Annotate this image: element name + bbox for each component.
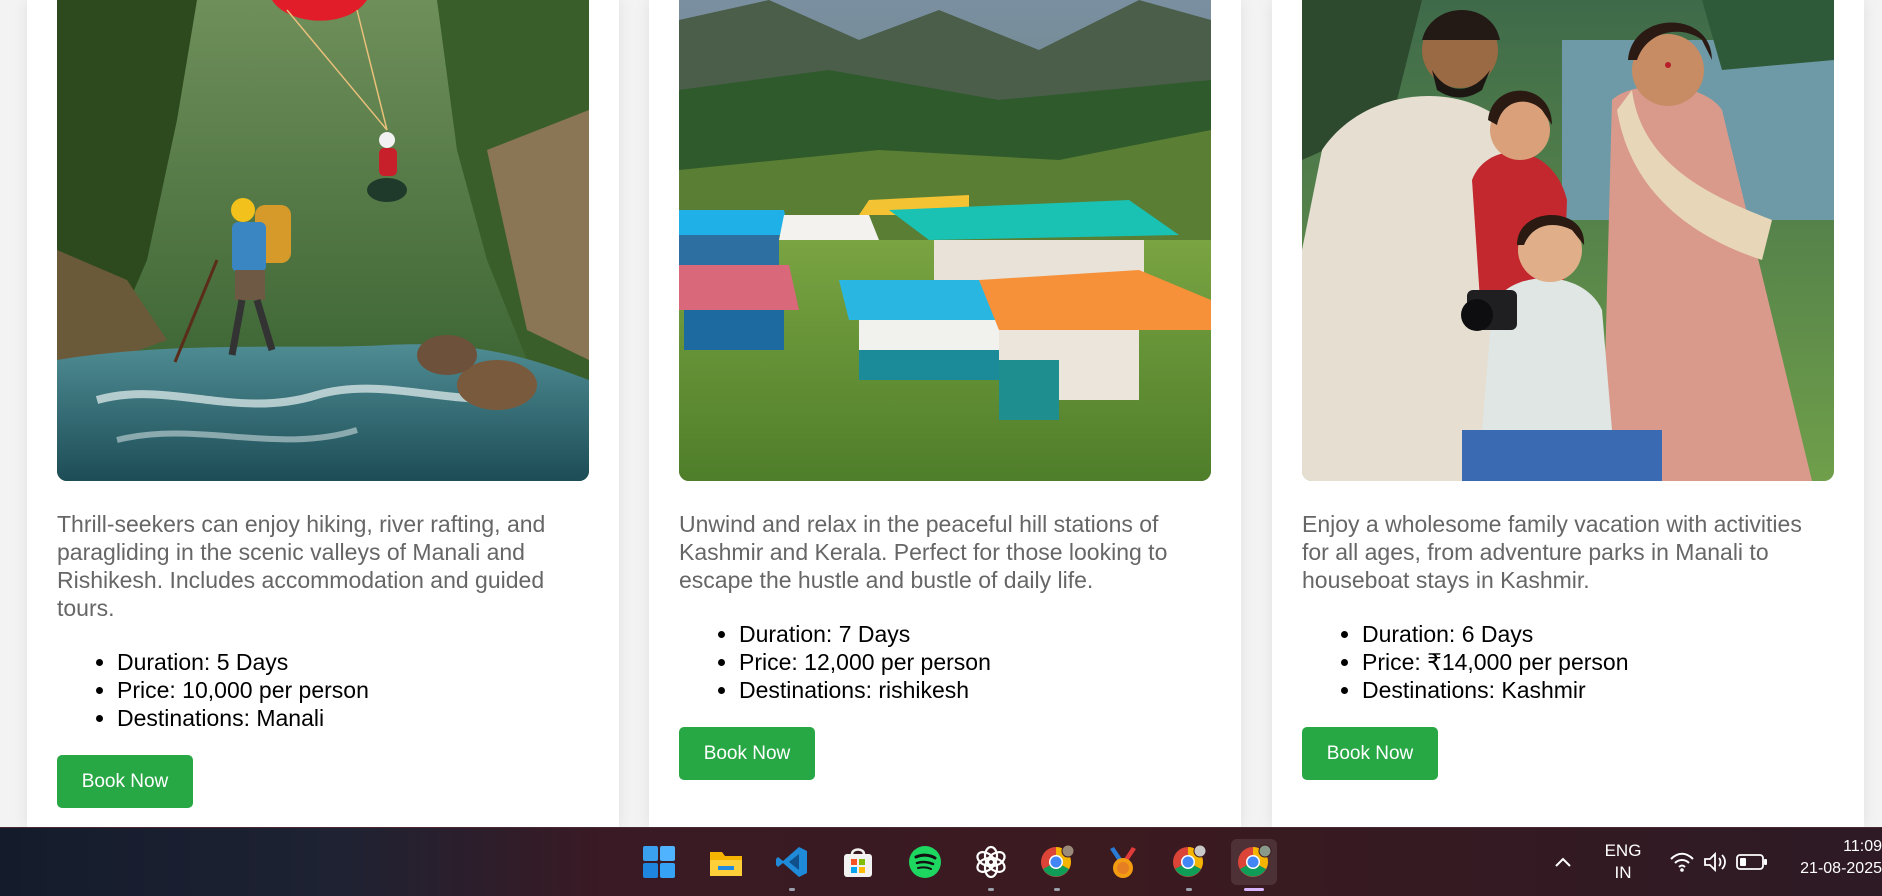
windows-taskbar: ENG IN: [0, 827, 1882, 896]
wifi-icon: [1670, 852, 1694, 872]
microsoft-store-icon[interactable]: [835, 839, 881, 885]
system-tray[interactable]: [1662, 848, 1772, 878]
hill-station-image: [679, 0, 1211, 481]
destination-item: Destinations: Kashmir: [1362, 676, 1834, 704]
running-indicator: [988, 888, 994, 891]
active-indicator: [1244, 888, 1264, 891]
clock-time: 11:09: [1843, 838, 1882, 855]
book-now-button[interactable]: Book Now: [57, 755, 193, 808]
language-code: ENG: [1604, 841, 1642, 860]
file-explorer-icon[interactable]: [703, 839, 749, 885]
book-now-button[interactable]: Book Now: [1302, 727, 1438, 780]
package-description: Unwind and relax in the peaceful hill st…: [679, 511, 1168, 593]
clock-date: 21-08-2025: [1800, 860, 1882, 877]
duration-item: Duration: 7 Days: [739, 620, 1211, 648]
spotify-icon[interactable]: [902, 839, 948, 885]
windows-start-icon[interactable]: [636, 839, 682, 885]
language-indicator[interactable]: ENG IN: [1596, 841, 1650, 885]
adventure-image: [57, 0, 589, 481]
package-details-list: Duration: 7 Days Price: 12,000 per perso…: [679, 620, 1211, 704]
duration-item: Duration: 6 Days: [1362, 620, 1834, 648]
chrome-profile-1-icon[interactable]: [1034, 839, 1080, 891]
price-item: Price: 10,000 per person: [117, 676, 589, 704]
destination-item: Destinations: Manali: [117, 704, 589, 732]
chatgpt-icon[interactable]: [968, 839, 1014, 891]
chrome-profile-3-icon[interactable]: [1231, 839, 1277, 891]
running-indicator: [1186, 888, 1192, 891]
book-now-button[interactable]: Book Now: [679, 727, 815, 780]
page-viewport: Thrill-seekers can enjoy hiking, river r…: [0, 0, 1882, 827]
package-description: Enjoy a wholesome family vacation with a…: [1302, 511, 1802, 593]
running-indicator: [1054, 888, 1060, 891]
family-image: [1302, 0, 1834, 481]
taskbar-clock[interactable]: 11:09 21-08-2025: [1792, 836, 1882, 880]
running-indicator: [789, 888, 795, 891]
chrome-profile-2-icon[interactable]: [1166, 839, 1212, 891]
medal-app-icon[interactable]: [1100, 839, 1146, 885]
package-details-list: Duration: 6 Days Price: ₹14,000 per pers…: [1302, 620, 1834, 704]
package-details-list: Duration: 5 Days Price: 10,000 per perso…: [57, 648, 589, 732]
volume-icon: [1704, 851, 1726, 873]
package-card-adventure: Thrill-seekers can enjoy hiking, river r…: [27, 0, 619, 827]
chevron-up-icon[interactable]: [1543, 839, 1583, 885]
price-item: Price: ₹14,000 per person: [1362, 648, 1834, 676]
region-code: IN: [1614, 863, 1632, 882]
vscode-icon[interactable]: [769, 839, 815, 891]
package-card-family: Enjoy a wholesome family vacation with a…: [1272, 0, 1864, 827]
package-description: Thrill-seekers can enjoy hiking, river r…: [57, 511, 546, 621]
destination-item: Destinations: rishikesh: [739, 676, 1211, 704]
battery-icon: [1736, 854, 1767, 870]
duration-item: Duration: 5 Days: [117, 648, 589, 676]
package-card-relaxation: Unwind and relax in the peaceful hill st…: [649, 0, 1241, 827]
price-item: Price: 12,000 per person: [739, 648, 1211, 676]
